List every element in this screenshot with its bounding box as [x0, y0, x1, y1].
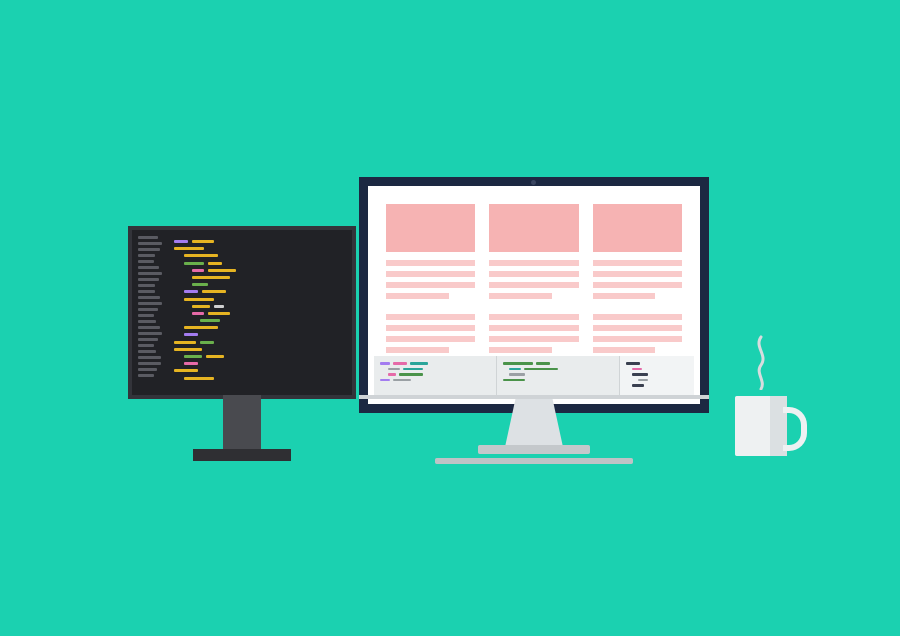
steam-icon [748, 335, 774, 390]
design-column [593, 204, 682, 358]
devtools-pane-html [374, 356, 496, 398]
monitor-chin [359, 395, 709, 399]
devtools-panel [374, 356, 694, 398]
webcam-icon [531, 180, 536, 185]
monitor-stand-base [193, 449, 291, 461]
design-column [386, 204, 475, 358]
devtools-pane-css [496, 356, 619, 398]
design-columns [386, 204, 682, 358]
design-column [489, 204, 578, 358]
code-gutter [138, 236, 164, 380]
code-body [174, 240, 344, 384]
monitor-stand-neck [223, 395, 261, 450]
mug-handle [783, 407, 807, 451]
imac-stand-base [478, 445, 590, 454]
keyboard [435, 458, 633, 464]
code-editor-monitor [128, 226, 356, 399]
devtools-pane-tree [619, 356, 694, 398]
design-preview-monitor [359, 177, 709, 413]
